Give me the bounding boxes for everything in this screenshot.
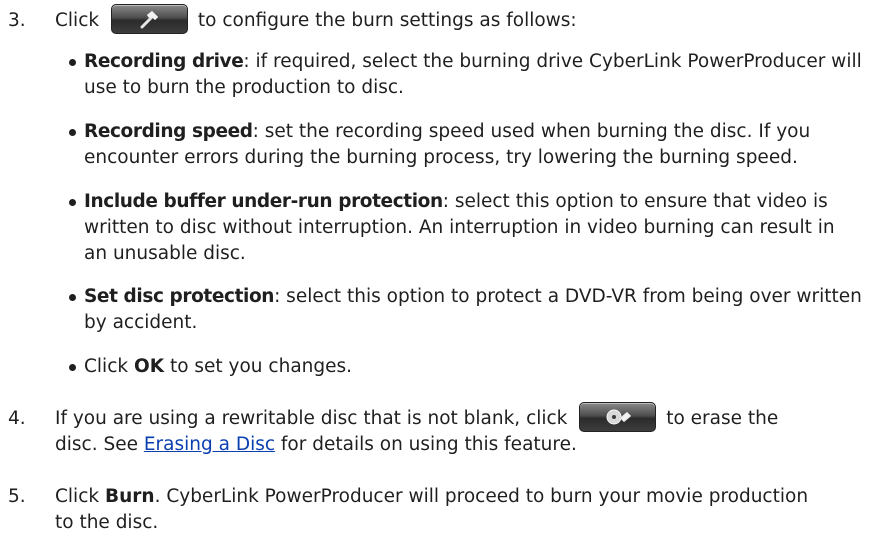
step-text-line2-before: disc. See <box>55 434 138 455</box>
erasing-disc-link[interactable]: Erasing a Disc <box>144 434 275 455</box>
step-text: If you are using a rewritable disc that … <box>55 402 862 458</box>
step-text-before: Click <box>55 10 100 31</box>
step-number: 5. <box>8 486 26 507</box>
step-text: Click Burn. CyberLink PowerProducer will… <box>55 484 812 536</box>
settings-button[interactable] <box>110 4 188 34</box>
term-label: Set disc protection <box>84 286 275 307</box>
step-text: Click to configure the burn settings as … <box>55 4 862 34</box>
step-text-line2-after: for details on using this feature. <box>280 434 577 455</box>
bullet-icon <box>69 294 76 301</box>
settings-hammer-icon <box>140 10 159 29</box>
step-text-after: . CyberLink PowerProducer will proceed t… <box>55 486 809 533</box>
bullet-icon <box>69 129 76 136</box>
step-number: 4. <box>8 408 26 429</box>
list-item-text: Click OK to set you changes. <box>84 354 862 380</box>
bullet-icon <box>69 199 76 206</box>
list-item-text-before: Click <box>84 356 129 377</box>
list-item-text: Include buffer under-run protection: sel… <box>84 189 862 267</box>
ok-label: OK <box>133 356 165 377</box>
bullet-icon <box>69 59 76 66</box>
erase-disc-button[interactable] <box>579 402 657 432</box>
bullet-icon <box>69 364 76 371</box>
term-label: Recording speed <box>84 121 253 142</box>
step-text-before: Click <box>55 486 100 507</box>
step-text-before: If you are using a rewritable disc that … <box>55 408 568 429</box>
step-number: 3. <box>8 10 26 31</box>
list-item-text: Recording drive: if required, select the… <box>84 49 862 101</box>
list-item-text: Set disc protection: select this option … <box>84 284 862 336</box>
step-text-after: to erase the <box>666 408 779 429</box>
term-label: Recording drive <box>84 51 244 72</box>
erase-disc-icon <box>606 409 632 425</box>
step-text-after: to configure the burn settings as follow… <box>197 10 577 31</box>
burn-label: Burn <box>104 486 155 507</box>
term-label: Include buffer under-run protection <box>84 191 443 212</box>
list-item-text: Recording speed: set the recording speed… <box>84 119 862 171</box>
list-item-text-after: to set you changes. <box>169 356 353 377</box>
